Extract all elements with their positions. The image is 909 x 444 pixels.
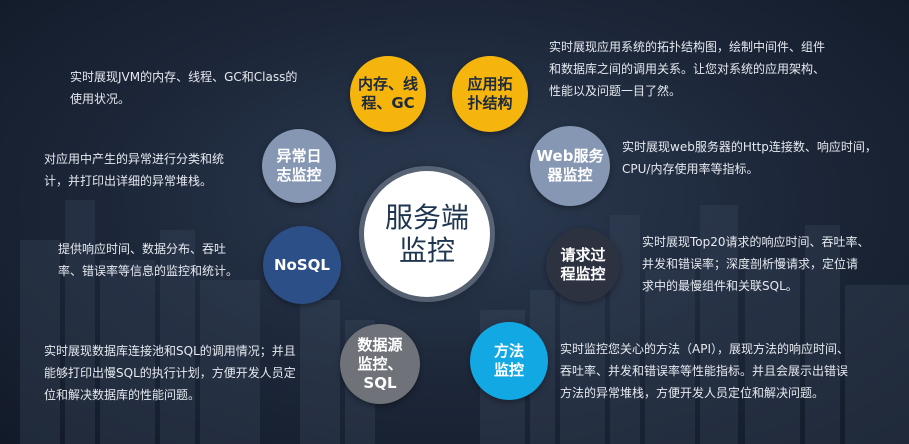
- node-request-process: 请求过 程监控: [546, 228, 620, 302]
- desc-datasource-sql: 实时展现数据库连接池和SQL的调用情况；并且 能够打印出慢SQL的执行计划，方便…: [44, 344, 296, 402]
- desc-web-server: 实时展现web服务器的Http连接数、响应时间， CPU/内存使用率等指标。: [622, 140, 877, 176]
- node-nosql: NoSQL: [263, 226, 341, 304]
- desc-nosql: 提供响应时间、数据分布、吞吐 率、错误率等信息的监控和统计。: [58, 242, 239, 278]
- desc-exception-log: 对应用中产生的异常进行分类和统 计，并打印出详细的异常堆栈。: [44, 152, 225, 188]
- node-exception-log: 异常日 志监控: [262, 129, 336, 203]
- node-memory-thread-gc: 内存、线 程、GC: [350, 56, 426, 132]
- desc-app-topology: 实时展现应用系统的拓扑结构图，绘制中间件、组件 和数据库之间的调用关系。让您对系…: [549, 40, 826, 98]
- center-hub: 服务端 监控: [364, 171, 490, 297]
- desc-method: 实时监控您关心的方法（API），展现方法的响应时间、 吞吐率、并发和错误率等性能…: [560, 342, 849, 400]
- desc-memory-thread-gc: 实时展现JVM的内存、线程、GC和Class的 使用状况。: [70, 70, 298, 106]
- node-app-topology: 应用拓 扑结构: [452, 56, 528, 132]
- node-datasource-sql: 数据源 监控、 SQL: [340, 324, 420, 404]
- node-web-server: Web服务 器监控: [530, 126, 610, 206]
- desc-request-process: 实时展现Top20请求的响应时间、吞吐率、 并发和错误率；深度剖析慢请求，定位请…: [642, 235, 870, 293]
- node-method: 方法 监控: [470, 322, 548, 400]
